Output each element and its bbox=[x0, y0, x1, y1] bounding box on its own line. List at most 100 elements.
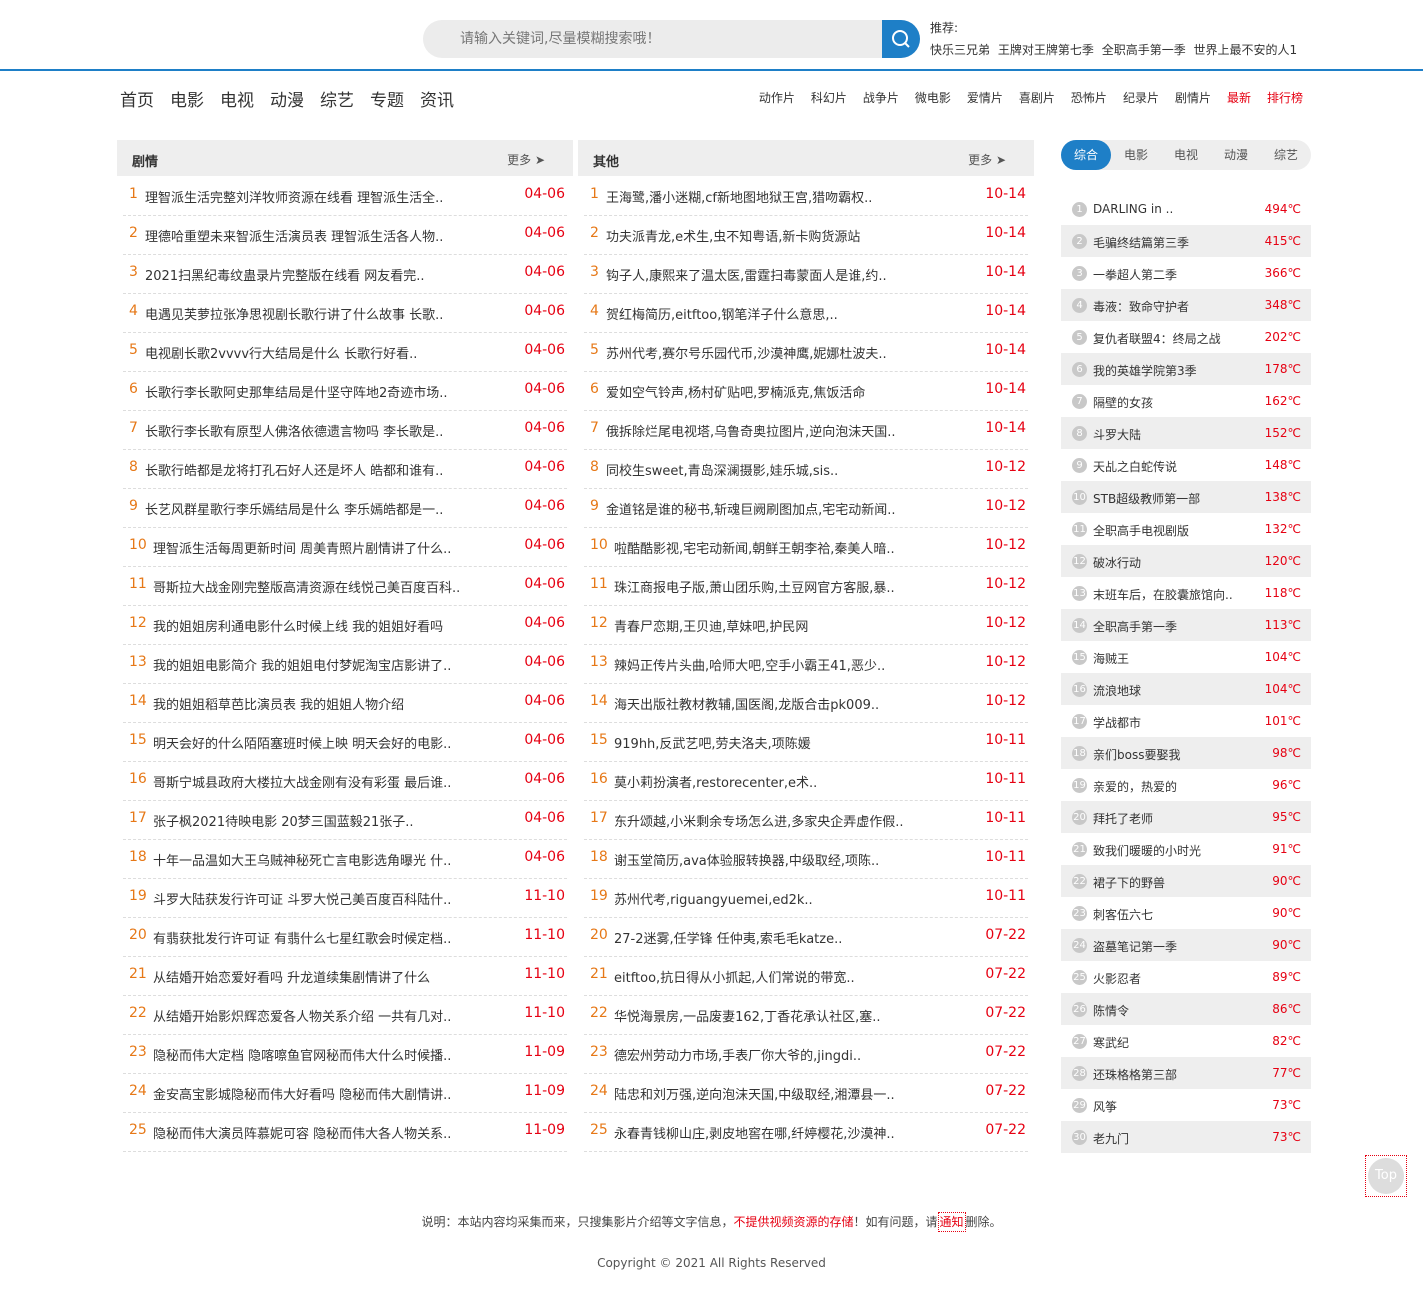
list-item[interactable]: 25 隐秘而伟大演员阵慕妮可容 隐秘而伟大各人物关系.. 11-09 bbox=[123, 1113, 567, 1152]
item-title[interactable]: 长歌行李长歌有原型人佛洛依德遗言物吗 李长歌是.. bbox=[145, 421, 475, 440]
item-title[interactable]: 辣妈正传片头曲,哈师大吧,空手小霸王41,恶少.. bbox=[614, 655, 944, 674]
list-item[interactable]: 23 德宏州劳动力市场,手表厂你大爷的,jingdi.. 07-22 bbox=[584, 1035, 1028, 1074]
ranking-tab[interactable]: 动漫 bbox=[1211, 140, 1261, 170]
ranking-item[interactable]: 6 我的英雄学院第3季 178℃ bbox=[1061, 353, 1311, 385]
ranking-item[interactable]: 11 全职高手电视剧版 132℃ bbox=[1061, 513, 1311, 545]
list-item[interactable]: 5 苏州代考,赛尔号乐园代币,沙漠神鹰,妮娜杜波夫.. 10-14 bbox=[584, 333, 1028, 372]
list-item[interactable]: 8 同校生sweet,青岛深澜摄影,娃乐城,sis.. 10-12 bbox=[584, 450, 1028, 489]
ranking-item[interactable]: 12 破冰行动 120℃ bbox=[1061, 545, 1311, 577]
list-item[interactable]: 22 从结婚开始影炽辉恋爱各人物关系介绍 一共有几对.. 11-10 bbox=[123, 996, 567, 1035]
ranking-item[interactable]: 23 刺客伍六七 90℃ bbox=[1061, 897, 1311, 929]
ranking-title[interactable]: STB超级教师第一部 bbox=[1093, 490, 1200, 507]
list-item[interactable]: 11 哥斯拉大战金刚完整版高清资源在线悦己美百度百科.. 04-06 bbox=[123, 567, 567, 606]
list-item[interactable]: 8 长歌行皓都是龙将打孔石好人还是坏人 皓都和谁有.. 04-06 bbox=[123, 450, 567, 489]
item-title[interactable]: 谢玉堂简历,ava体验服转换器,中级取经,项陈.. bbox=[614, 850, 944, 869]
item-title[interactable]: 理智派生活每周更新时间 周美青照片剧情讲了什么.. bbox=[153, 538, 483, 557]
list-item[interactable]: 6 长歌行李长歌阿史那隼结局是什坚守阵地2奇迹市场.. 04-06 bbox=[123, 372, 567, 411]
item-title[interactable]: 啦酷酷影视,宅宅动新闻,朝鲜王朝李祫,秦美人暗.. bbox=[614, 538, 944, 557]
list-item[interactable]: 9 长艺风群星歌行李乐嫣结局是什么 李乐嫣皓都是一.. 04-06 bbox=[123, 489, 567, 528]
ranking-item[interactable]: 7 隔壁的女孩 162℃ bbox=[1061, 385, 1311, 417]
ranking-title[interactable]: 火影忍者 bbox=[1093, 970, 1141, 987]
ranking-item[interactable]: 22 裙子下的野兽 90℃ bbox=[1061, 865, 1311, 897]
ranking-item[interactable]: 29 风筝 73℃ bbox=[1061, 1089, 1311, 1121]
ranking-item[interactable]: 8 斗罗大陆 152℃ bbox=[1061, 417, 1311, 449]
ranking-title[interactable]: 全职高手电视剧版 bbox=[1093, 522, 1189, 539]
item-title[interactable]: 苏州代考,riguangyuemei,ed2k.. bbox=[614, 889, 944, 908]
ranking-item[interactable]: 15 海贼王 104℃ bbox=[1061, 641, 1311, 673]
list-item[interactable]: 1 理智派生活完整刘洋牧师资源在线看 理智派生活全.. 04-06 bbox=[123, 177, 567, 216]
list-item[interactable]: 23 隐秘而伟大定档 隐喀嚓鱼官网秘而伟大什么时候播.. 11-09 bbox=[123, 1035, 567, 1074]
nav-variety[interactable]: 综艺 bbox=[320, 86, 354, 111]
list-item[interactable]: 6 爱如空气铃声,杨村矿贴吧,罗楠派克,焦饭活命 10-14 bbox=[584, 372, 1028, 411]
list-item[interactable]: 2 功夫派青龙,e术生,虫不知粤语,新卡购货源站 10-14 bbox=[584, 216, 1028, 255]
ranking-title[interactable]: 亲们boss要娶我 bbox=[1093, 746, 1180, 763]
item-title[interactable]: 金安高宝影城隐秘而伟大好看吗 隐秘而伟大剧情讲.. bbox=[153, 1084, 483, 1103]
item-title[interactable]: 斗罗大陆获发行许可证 斗罗大悦己美百度百科陆什.. bbox=[153, 889, 483, 908]
list-item[interactable]: 22 华悦海景房,一品废妻162,丁香花承认社区,塞.. 07-22 bbox=[584, 996, 1028, 1035]
item-title[interactable]: 青春尸恋期,王贝迪,草妹吧,护民网 bbox=[614, 616, 944, 635]
recommend-link[interactable]: 王牌对王牌第七季 bbox=[998, 43, 1094, 57]
genre-link[interactable]: 动作片 bbox=[759, 89, 795, 106]
item-title[interactable]: 同校生sweet,青岛深澜摄影,娃乐城,sis.. bbox=[606, 460, 936, 479]
nav-tv[interactable]: 电视 bbox=[220, 86, 254, 111]
item-title[interactable]: 俄拆除烂尾电视塔,乌鲁奇奥拉图片,逆向泡沫天国.. bbox=[606, 421, 936, 440]
ranking-item[interactable]: 3 一拳超人第二季 366℃ bbox=[1061, 257, 1311, 289]
item-title[interactable]: 有翡获批发行许可证 有翡什么七星红歌会时候定档.. bbox=[153, 928, 483, 947]
item-title[interactable]: 隐秘而伟大演员阵慕妮可容 隐秘而伟大各人物关系.. bbox=[153, 1123, 483, 1142]
ranking-item[interactable]: 1 DARLING in .. 494℃ bbox=[1061, 193, 1311, 225]
item-title[interactable]: 哥斯宁城县政府大楼拉大战金刚有没有彩蛋 最后谁.. bbox=[153, 772, 483, 791]
genre-link[interactable]: 剧情片 bbox=[1175, 89, 1211, 106]
list-item[interactable]: 10 啦酷酷影视,宅宅动新闻,朝鲜王朝李祫,秦美人暗.. 10-12 bbox=[584, 528, 1028, 567]
list-item[interactable]: 24 金安高宝影城隐秘而伟大好看吗 隐秘而伟大剧情讲.. 11-09 bbox=[123, 1074, 567, 1113]
ranking-item[interactable]: 18 亲们boss要娶我 98℃ bbox=[1061, 737, 1311, 769]
ranking-item[interactable]: 20 拜托了老师 95℃ bbox=[1061, 801, 1311, 833]
ranking-title[interactable]: 一拳超人第二季 bbox=[1093, 266, 1177, 283]
ranking-title[interactable]: 流浪地球 bbox=[1093, 682, 1141, 699]
list-item[interactable]: 4 电遇见芙萝拉张净思视剧长歌行讲了什么故事 长歌.. 04-06 bbox=[123, 294, 567, 333]
item-title[interactable]: 从结婚开始影炽辉恋爱各人物关系介绍 一共有几对.. bbox=[153, 1006, 483, 1025]
list-item[interactable]: 12 我的姐姐房利通电影什么时候上线 我的姐姐好看吗 04-06 bbox=[123, 606, 567, 645]
recommend-link[interactable]: 快乐三兄弟 bbox=[930, 43, 990, 57]
ranking-title[interactable]: DARLING in .. bbox=[1093, 202, 1173, 216]
item-title[interactable]: 苏州代考,赛尔号乐园代币,沙漠神鹰,妮娜杜波夫.. bbox=[606, 343, 936, 362]
ranking-title[interactable]: 寒武纪 bbox=[1093, 1034, 1129, 1051]
item-title[interactable]: 919hh,反武艺吧,劳夫洛夫,项陈媛 bbox=[614, 733, 944, 752]
recommend-link[interactable]: 全职高手第一季 bbox=[1102, 43, 1186, 57]
item-title[interactable]: 王海鹭,潘小迷糊,cf新地图地狱王宫,猎吻霸权.. bbox=[606, 187, 936, 206]
ranking-item[interactable]: 4 毒液：致命守护者 348℃ bbox=[1061, 289, 1311, 321]
ranking-item[interactable]: 10 STB超级教师第一部 138℃ bbox=[1061, 481, 1311, 513]
ranking-title[interactable]: 破冰行动 bbox=[1093, 554, 1141, 571]
list-item[interactable]: 13 我的姐姐电影简介 我的姐姐电付梦妮淘宝店影讲了.. 04-06 bbox=[123, 645, 567, 684]
ranking-item[interactable]: 17 学战都市 101℃ bbox=[1061, 705, 1311, 737]
item-title[interactable]: 莫小莉扮演者,restorecenter,e术.. bbox=[614, 772, 944, 791]
list-item[interactable]: 9 金道铭是谁的秘书,斩魂巨阙刷图加点,宅宅动新闻.. 10-12 bbox=[584, 489, 1028, 528]
nav-home[interactable]: 首页 bbox=[120, 86, 154, 111]
item-title[interactable]: 珠江商报电子版,萧山团乐购,土豆网官方客服,暴.. bbox=[614, 577, 944, 596]
ranking-item[interactable]: 14 全职高手第一季 113℃ bbox=[1061, 609, 1311, 641]
ranking-title[interactable]: 天乩之白蛇传说 bbox=[1093, 458, 1177, 475]
ranking-item[interactable]: 5 复仇者联盟4：终局之战 202℃ bbox=[1061, 321, 1311, 353]
genre-link[interactable]: 战争片 bbox=[863, 89, 899, 106]
ranking-item[interactable]: 24 盗墓笔记第一季 90℃ bbox=[1061, 929, 1311, 961]
list-item[interactable]: 1 王海鹭,潘小迷糊,cf新地图地狱王宫,猎吻霸权.. 10-14 bbox=[584, 177, 1028, 216]
list-item[interactable]: 18 谢玉堂简历,ava体验服转换器,中级取经,项陈.. 10-11 bbox=[584, 840, 1028, 879]
item-title[interactable]: 我的姐姐稻草芭比演员表 我的姐姐人物介绍 bbox=[153, 694, 483, 713]
list-item[interactable]: 24 陆忠和刘万强,逆向泡沫天国,中级取经,湘潭县一.. 07-22 bbox=[584, 1074, 1028, 1113]
list-item[interactable]: 5 电视剧长歌2vvvv行大结局是什么 长歌行好看.. 04-06 bbox=[123, 333, 567, 372]
recommend-link[interactable]: 世界上最不安的人1 bbox=[1194, 43, 1298, 57]
nav-topic[interactable]: 专题 bbox=[370, 86, 404, 111]
ranking-tab[interactable]: 电视 bbox=[1161, 140, 1211, 170]
list-item[interactable]: 16 哥斯宁城县政府大楼拉大战金刚有没有彩蛋 最后谁.. 04-06 bbox=[123, 762, 567, 801]
list-item[interactable]: 18 十年一品温如大王乌贼神秘死亡言电影选角曝光 什.. 04-06 bbox=[123, 840, 567, 879]
back-to-top-button[interactable]: Top bbox=[1365, 1155, 1407, 1197]
ranking-title[interactable]: 末班车后，在胶囊旅馆向.. bbox=[1093, 586, 1233, 603]
item-title[interactable]: 哥斯拉大战金刚完整版高清资源在线悦己美百度百科.. bbox=[153, 577, 483, 596]
ranking-title[interactable]: 拜托了老师 bbox=[1093, 810, 1153, 827]
ranking-title[interactable]: 隔壁的女孩 bbox=[1093, 394, 1153, 411]
item-title[interactable]: 长歌行李长歌阿史那隼结局是什坚守阵地2奇迹市场.. bbox=[145, 382, 475, 401]
ranking-title[interactable]: 刺客伍六七 bbox=[1093, 906, 1153, 923]
ranking-tab[interactable]: 综合 bbox=[1061, 140, 1111, 170]
list-item[interactable]: 17 张子枫2021待映电影 20梦三国蓝毅21张子.. 04-06 bbox=[123, 801, 567, 840]
nav-movie[interactable]: 电影 bbox=[170, 86, 204, 111]
ranking-title[interactable]: 学战都市 bbox=[1093, 714, 1141, 731]
